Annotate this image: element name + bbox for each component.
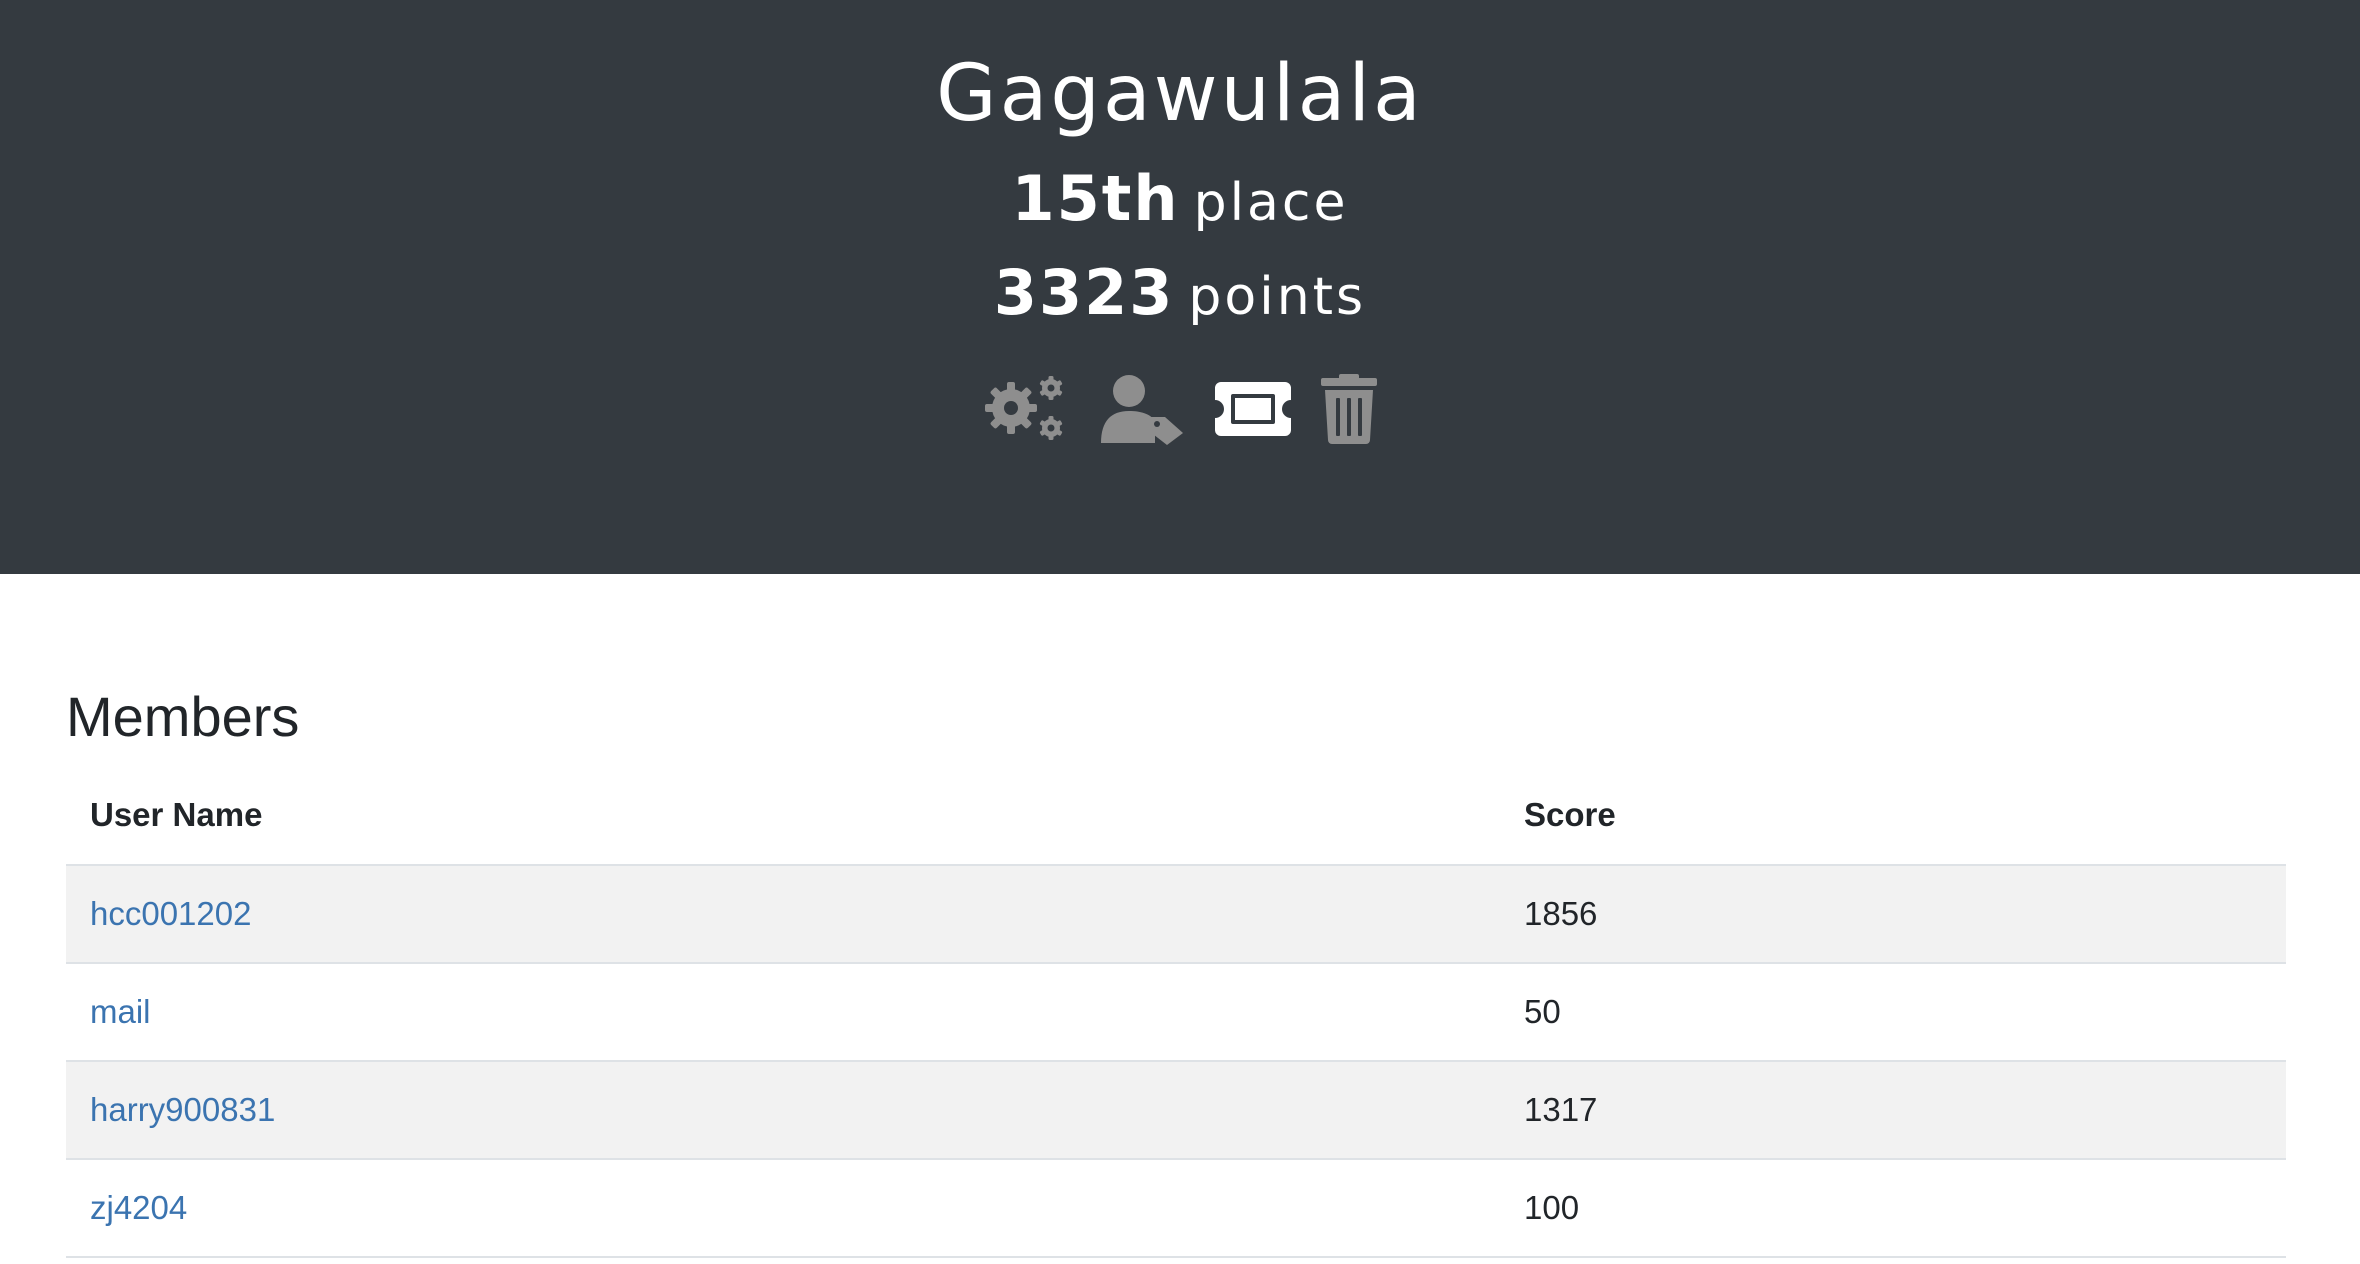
ticket-icon[interactable] [1215, 382, 1291, 436]
user-name-cell: zj4204 [66, 1159, 1500, 1258]
column-header-score: Score [1500, 766, 2286, 866]
score-cell: 100 [1500, 1159, 2286, 1258]
column-header-user-name: User Name [66, 766, 1500, 866]
table-row: mail 50 [66, 963, 2286, 1062]
place-value: 15th [1011, 162, 1180, 235]
members-table: User Name Score hcc001202 1856 mail 50 h… [66, 766, 2286, 1258]
place-label: place [1193, 173, 1349, 233]
score-cell: 50 [1500, 963, 2286, 1062]
user-tag-icon[interactable] [1099, 373, 1185, 445]
table-row: zj4204 100 [66, 1159, 2286, 1258]
team-place: 15th place [0, 164, 2360, 250]
user-link[interactable]: harry900831 [90, 1091, 275, 1128]
user-name-cell: harry900831 [66, 1061, 1500, 1160]
members-title: Members [66, 685, 300, 748]
table-row: harry900831 1317 [66, 1061, 2286, 1160]
points-label: points [1188, 267, 1367, 327]
table-header-row: User Name Score [66, 766, 2286, 866]
team-actions [0, 370, 2360, 448]
table-row: hcc001202 1856 [66, 865, 2286, 964]
score-cell: 1856 [1500, 865, 2286, 964]
gears-icon[interactable] [983, 374, 1069, 444]
team-name: Gagawulala [936, 49, 1424, 139]
trash-icon[interactable] [1321, 374, 1377, 444]
user-link[interactable]: hcc001202 [90, 895, 251, 932]
user-name-cell: mail [66, 963, 1500, 1062]
user-link[interactable]: mail [90, 993, 151, 1030]
points-value: 3323 [993, 256, 1175, 329]
user-name-cell: hcc001202 [66, 865, 1500, 964]
team-header: Gagawulala 15th place 3323 points [0, 0, 2360, 574]
score-cell: 1317 [1500, 1061, 2286, 1160]
user-link[interactable]: zj4204 [90, 1189, 187, 1226]
team-points: 3323 points [0, 258, 2360, 344]
